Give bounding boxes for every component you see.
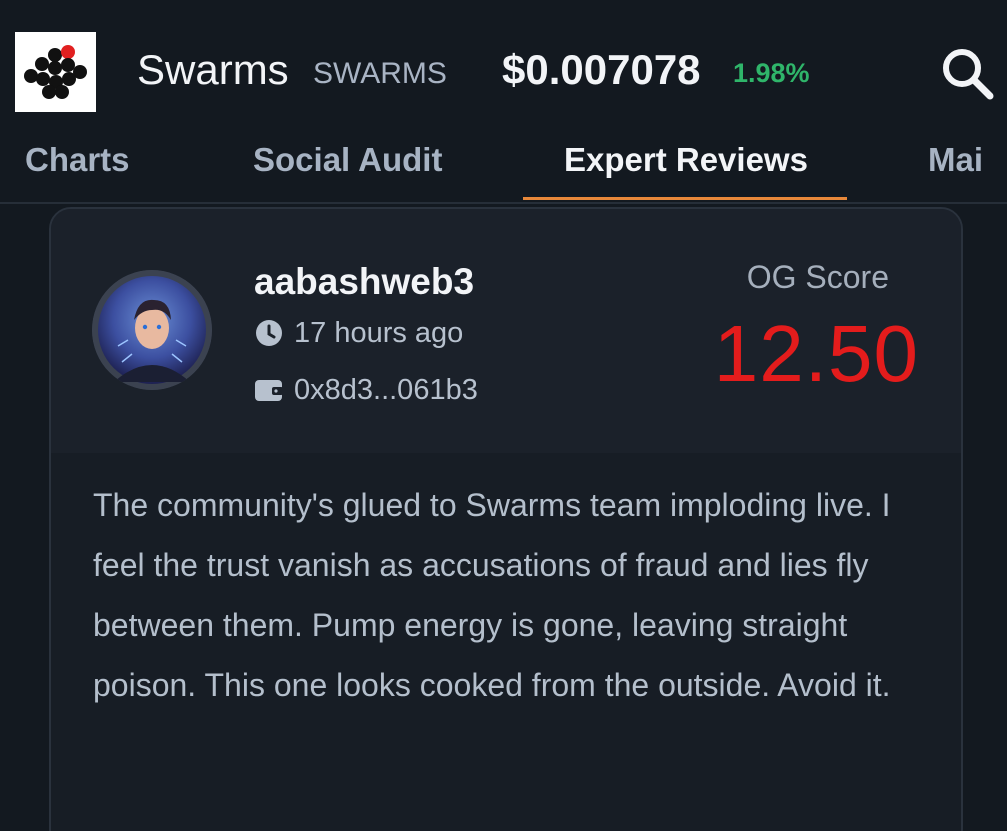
reviewer-name[interactable]: aabashweb3: [254, 260, 474, 304]
token-symbol: SWARMS: [313, 57, 447, 90]
wallet-address[interactable]: 0x8d3...061b3: [254, 372, 478, 408]
token-name: Swarms: [137, 46, 289, 93]
review-text: The community's glued to Swarms team imp…: [93, 487, 891, 703]
swarms-logo-icon: [15, 32, 96, 112]
active-tab-indicator: [523, 197, 847, 200]
tab-charts[interactable]: Charts: [25, 140, 130, 180]
token-price: $0.007078: [502, 46, 701, 93]
review-time-text: 17 hours ago: [294, 317, 464, 349]
search-button[interactable]: [938, 44, 996, 102]
wallet-address-text: 0x8d3...061b3: [294, 374, 478, 406]
wallet-icon: [254, 375, 284, 405]
tab-expert-reviews[interactable]: Expert Reviews: [564, 140, 808, 180]
review-card: aabashweb3 17 hours ago 0x8d3...061b3 OG…: [49, 207, 963, 831]
tab-social-audit[interactable]: Social Audit: [253, 140, 442, 180]
review-time: 17 hours ago: [254, 315, 463, 351]
token-header: Swarms SWARMS $0.007078 1.98%: [0, 0, 1007, 118]
clock-icon: [254, 318, 284, 348]
tab-bar: Charts Social Audit Expert Reviews Mai: [0, 118, 1007, 204]
search-icon: [943, 49, 994, 100]
avatar[interactable]: [92, 270, 212, 390]
tab-markets[interactable]: Mai: [928, 140, 983, 180]
page: Swarms SWARMS $0.007078 1.98% Charts Soc…: [0, 0, 1007, 831]
price-change-badge: 1.98%: [733, 58, 810, 88]
og-score-value: 12.50: [713, 309, 919, 398]
og-score-label: OG Score: [746, 259, 889, 295]
